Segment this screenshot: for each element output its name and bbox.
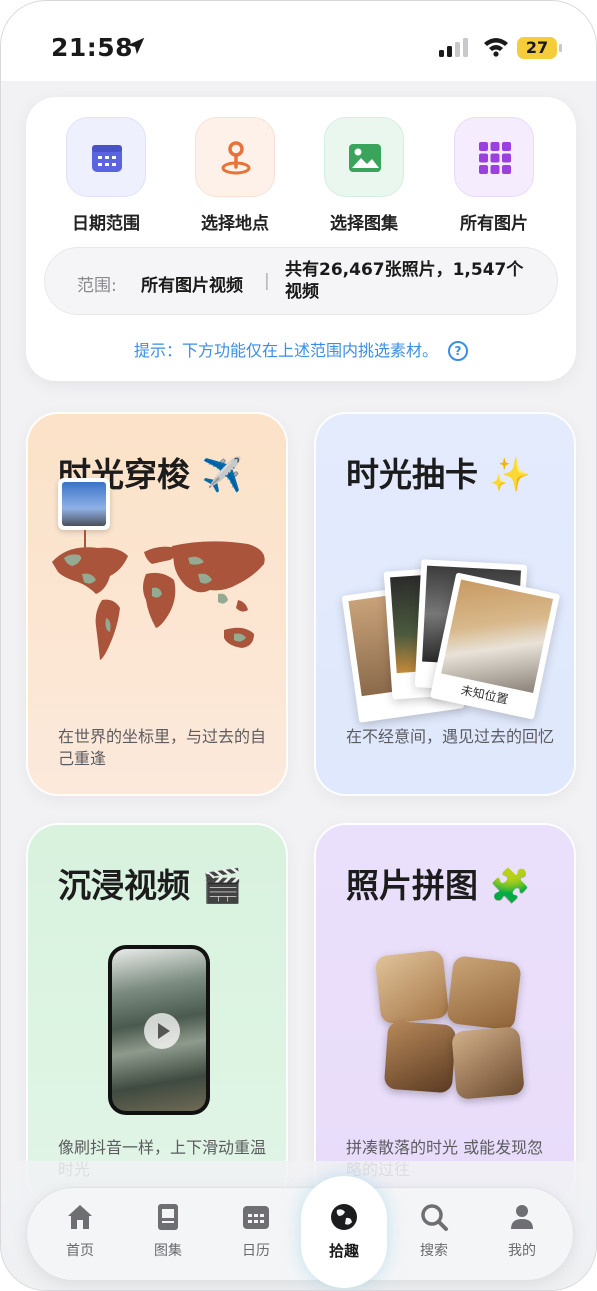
grid-icon — [479, 142, 511, 174]
location-arrow-icon — [127, 37, 145, 55]
album-icon — [158, 1204, 178, 1230]
tab-profile[interactable]: 我的 — [487, 1202, 557, 1260]
play-icon — [144, 1013, 180, 1049]
puzzle-preview — [374, 949, 525, 1101]
select-album-button[interactable]: 选择图集 — [314, 117, 414, 234]
bottom-tab-bar: 首页 图集 日历 拾趣 搜索 我的 — [26, 1176, 574, 1288]
help-icon[interactable]: ? — [448, 341, 468, 361]
phone-screen: 21:58 27 日期范围 选择地点 选择图集 所有图片 范围: 所有图片视频 … — [0, 0, 597, 1291]
battery-indicator: 27 — [517, 37, 563, 59]
tab-albums[interactable]: 图集 — [133, 1202, 203, 1260]
status-bar: 21:58 27 — [1, 1, 596, 81]
map-pin-dot — [80, 550, 89, 559]
wifi-icon — [484, 38, 508, 57]
pin-photo-image — [62, 482, 106, 526]
date-range-label: 日期范围 — [72, 214, 140, 234]
tab-home[interactable]: 首页 — [45, 1202, 115, 1260]
calendar-icon — [243, 1206, 269, 1229]
hint-text: 提示：下方功能仅在上述范围内挑选素材。 — [133, 341, 438, 360]
date-range-button[interactable]: 日期范围 — [56, 117, 156, 234]
immersive-video-card[interactable]: 沉浸视频 🎬 像刷抖音一样，上下滑动重温时光 — [26, 823, 288, 1207]
photo-puzzle-card[interactable]: 照片拼图 🧩 拼凑散落的时光 或能发现忽略的过往 — [314, 823, 576, 1207]
map-pin-stem — [84, 530, 86, 552]
search-icon — [421, 1204, 448, 1231]
range-count: 共有26,467张照片，1,547个视频 — [285, 260, 524, 302]
memory-draw-title: 时光抽卡 ✨ — [346, 455, 531, 494]
memory-draw-description: 在不经意间，遇见过去的回忆 — [346, 727, 555, 746]
globe-icon — [331, 1204, 357, 1230]
time-travel-description: 在世界的坐标里，与过去的自己重逢 — [58, 727, 267, 768]
battery-level: 27 — [517, 37, 557, 59]
tab-search-label: 搜索 — [420, 1243, 448, 1259]
puzzle-piece-4 — [451, 1026, 525, 1100]
tab-calendar[interactable]: 日历 — [221, 1202, 291, 1260]
cellular-signal-icon — [439, 38, 468, 57]
range-value: 所有图片视频 — [141, 276, 243, 296]
select-album-icon-box — [324, 117, 404, 197]
map-pin-photo — [58, 478, 110, 530]
select-location-label: 选择地点 — [201, 214, 269, 234]
polaroid-4-image — [441, 579, 554, 693]
select-location-button[interactable]: 选择地点 — [185, 117, 285, 234]
tab-discover[interactable]: 拾趣 — [309, 1202, 379, 1261]
photo-stack: 未知位 未知位置 — [341, 554, 561, 724]
person-icon — [511, 1205, 533, 1229]
all-photos-button[interactable]: 所有图片 — [444, 117, 544, 234]
video-phone-preview — [108, 945, 210, 1115]
tab-home-label: 首页 — [66, 1243, 94, 1259]
puzzle-piece-3 — [383, 1020, 457, 1094]
time-travel-card[interactable]: 时光穿梭 ✈️ 在世界的坐标里，与过去的自己重逢 — [26, 412, 288, 796]
date-range-icon-box — [66, 117, 146, 197]
select-album-label: 选择图集 — [330, 214, 398, 234]
tab-albums-label: 图集 — [154, 1243, 182, 1259]
tab-calendar-label: 日历 — [242, 1243, 270, 1259]
range-separator: | — [264, 271, 270, 291]
all-photos-label: 所有图片 — [460, 214, 528, 234]
puzzle-piece-2 — [446, 955, 522, 1031]
photo-puzzle-title: 照片拼图 🧩 — [346, 866, 531, 905]
memory-draw-card[interactable]: 时光抽卡 ✨ 未知位 未知位置 在不经意间，遇见过去的回忆 — [314, 412, 576, 796]
location-pin-icon — [221, 141, 251, 175]
select-location-icon-box — [195, 117, 275, 197]
status-time: 21:58 — [51, 33, 134, 62]
range-summary[interactable]: 范围: 所有图片视频 | 共有26,467张照片，1,547个视频 — [44, 247, 558, 315]
tab-profile-label: 我的 — [508, 1243, 536, 1259]
image-icon — [349, 144, 381, 172]
calendar-icon — [92, 145, 122, 172]
home-icon — [68, 1205, 92, 1229]
range-hint: 提示：下方功能仅在上述范围内挑选素材。? — [26, 337, 576, 361]
tab-search[interactable]: 搜索 — [399, 1202, 469, 1260]
tab-discover-label: 拾趣 — [328, 1242, 359, 1260]
range-label: 范围: — [77, 276, 117, 296]
battery-tip — [559, 44, 562, 52]
range-selector-card: 日期范围 选择地点 选择图集 所有图片 范围: 所有图片视频 | 共有26,46… — [26, 97, 576, 381]
all-photos-icon-box — [454, 117, 534, 197]
video-preview-screen — [112, 949, 206, 1111]
puzzle-piece-1 — [374, 949, 450, 1025]
immersive-video-title: 沉浸视频 🎬 — [58, 866, 243, 905]
